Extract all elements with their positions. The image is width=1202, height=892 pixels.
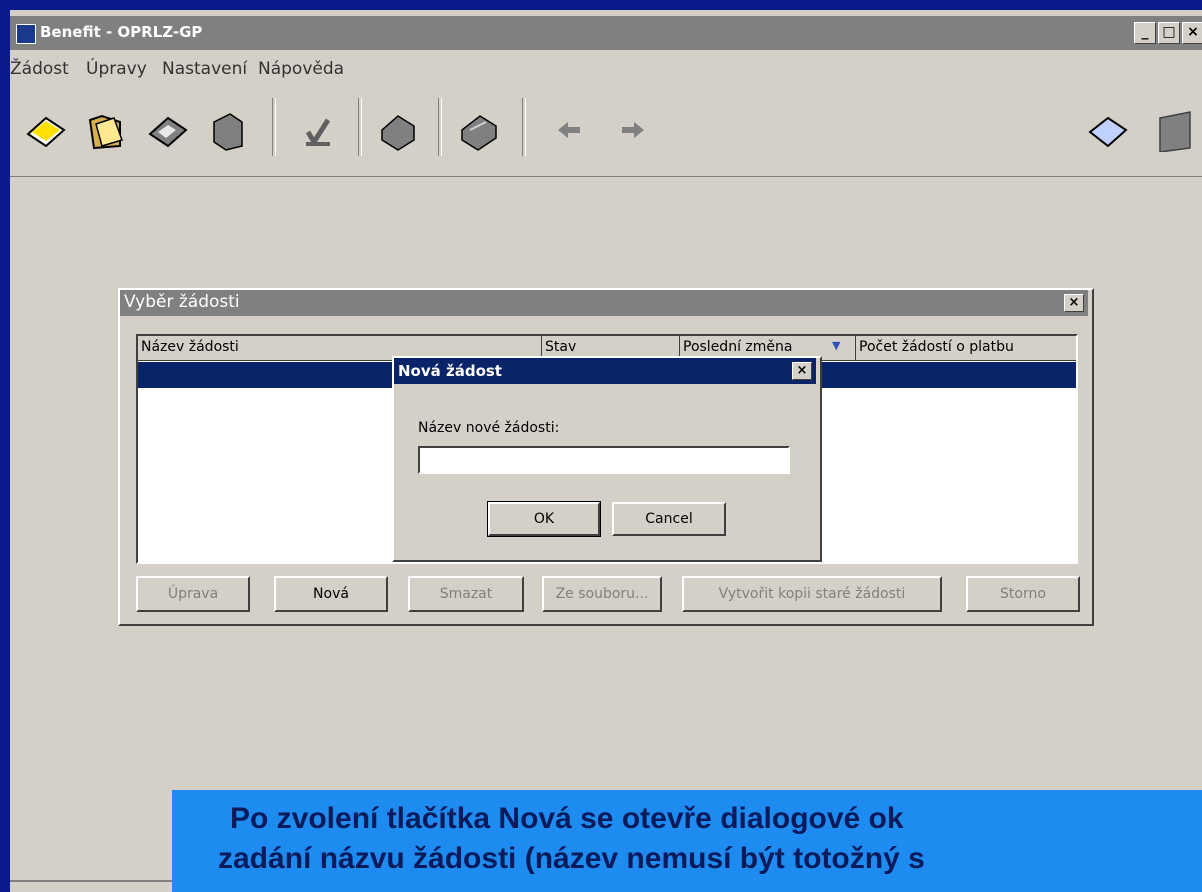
caption-line-1: Po zvolení tlačítka Nová se otevře dialo… bbox=[230, 802, 904, 835]
close-window-button[interactable]: × bbox=[1182, 22, 1202, 44]
dialog-title: Vyběr žádosti bbox=[124, 292, 240, 312]
ok-button[interactable]: OK bbox=[487, 501, 601, 537]
modal-cancel-button[interactable]: Cancel bbox=[612, 502, 726, 536]
app-icon bbox=[16, 24, 36, 44]
maximize-button[interactable]: □ bbox=[1158, 22, 1180, 44]
modal-title-bar: Nová žádost × bbox=[394, 358, 816, 384]
edit-button[interactable]: Úprava bbox=[136, 576, 250, 612]
new-application-modal: Nová žádost × Název nové žádosti: OK Can… bbox=[392, 356, 822, 562]
new-application-name-label: Název nové žádosti: bbox=[418, 420, 560, 436]
toolbar bbox=[10, 88, 1202, 177]
card-icon[interactable] bbox=[146, 108, 190, 152]
modal-close-button[interactable]: × bbox=[792, 362, 812, 380]
caption-line-2: zadání názvu žádosti (název nemusí být t… bbox=[218, 842, 925, 875]
toolbar-separator bbox=[358, 98, 362, 156]
toolbar-separator bbox=[522, 98, 526, 156]
arrow-left-icon[interactable] bbox=[552, 108, 596, 152]
open-card-icon[interactable] bbox=[24, 108, 68, 152]
copy-old-application-button[interactable]: Vytvořit kopii staré žádosti bbox=[682, 576, 942, 612]
dialog-close-button[interactable]: × bbox=[1064, 294, 1084, 312]
menu-upravy[interactable]: Úpravy bbox=[86, 59, 147, 79]
book-icon[interactable] bbox=[1150, 108, 1194, 152]
new-button[interactable]: Nová bbox=[274, 576, 388, 612]
help-card-icon[interactable] bbox=[1086, 108, 1130, 152]
instruction-caption: Po zvolení tlačítka Nová se otevře dialo… bbox=[172, 790, 1202, 892]
status-bar bbox=[10, 880, 182, 892]
menu-napoveda[interactable]: Nápověda bbox=[258, 59, 344, 79]
folder-icon[interactable] bbox=[84, 108, 128, 152]
check-icon[interactable] bbox=[296, 108, 340, 152]
printer-icon[interactable] bbox=[376, 108, 420, 152]
title-bar: Benefit - OPRLZ-GP _ □ × bbox=[10, 16, 1202, 50]
arrow-right-icon[interactable] bbox=[614, 108, 658, 152]
modal-title: Nová žádost bbox=[398, 362, 502, 380]
column-header-payment-count[interactable]: Počet žádostí o platbu bbox=[856, 336, 1076, 361]
toolbar-separator bbox=[438, 98, 442, 156]
menu-zadost[interactable]: Žádost bbox=[10, 59, 69, 79]
toolbar-separator bbox=[272, 98, 276, 156]
new-application-name-input[interactable] bbox=[418, 446, 790, 474]
window-title: Benefit - OPRLZ-GP bbox=[40, 23, 203, 41]
dialog-title-bar: Vyběr žádosti × bbox=[120, 290, 1088, 316]
menu-nastaveni[interactable]: Nastavení bbox=[162, 59, 247, 79]
fax-icon[interactable] bbox=[456, 108, 500, 152]
delete-button[interactable]: Smazat bbox=[408, 576, 524, 612]
cancel-button[interactable]: Storno bbox=[966, 576, 1080, 612]
sort-desc-icon: ▼ bbox=[832, 339, 841, 352]
menu-bar: Žádost Úpravy Nastavení Nápověda bbox=[10, 54, 1202, 84]
minimize-button[interactable]: _ bbox=[1134, 22, 1156, 44]
cube-icon[interactable] bbox=[206, 108, 250, 152]
from-file-button[interactable]: Ze souboru... bbox=[542, 576, 662, 612]
